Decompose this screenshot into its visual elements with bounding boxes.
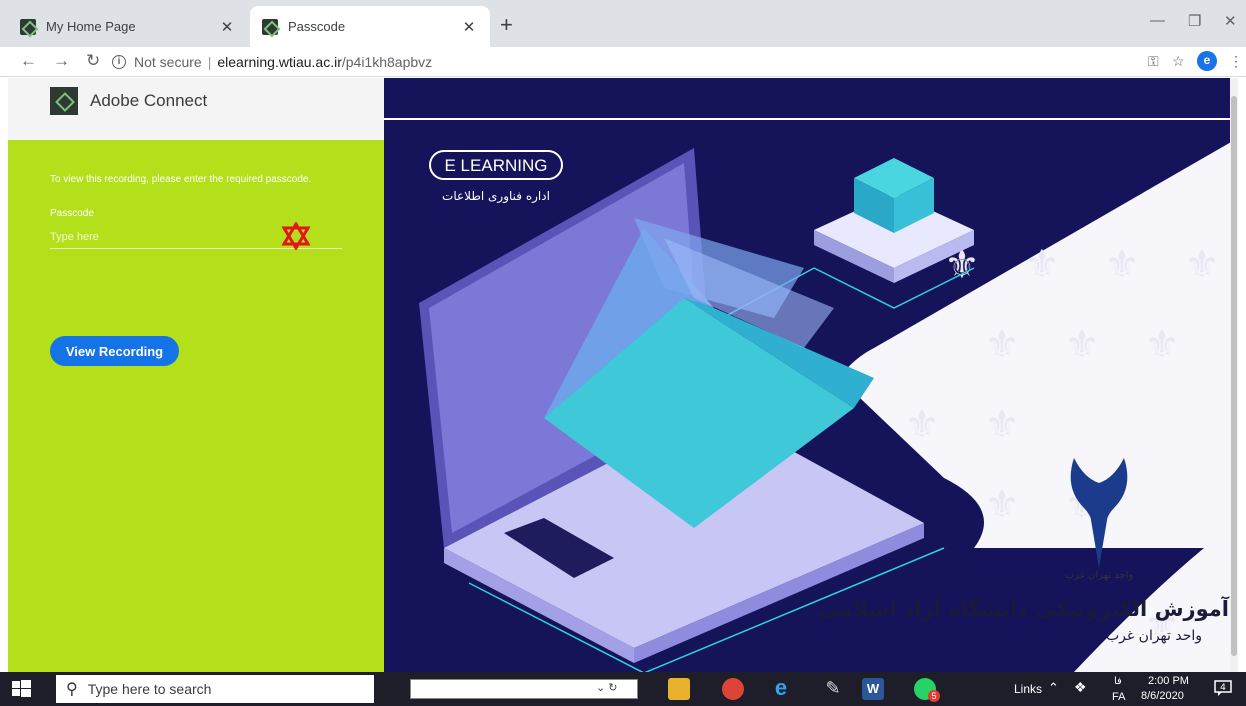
svg-text:⚜: ⚜	[984, 482, 1020, 528]
info-icon[interactable]: i	[112, 54, 126, 69]
svg-text:⚜: ⚜	[1184, 242, 1220, 288]
adobe-connect-logo-icon	[50, 87, 78, 115]
address-toolbar-controls-icon[interactable]: ⌄ ↻	[596, 681, 618, 694]
paint-icon[interactable]: ✎	[822, 678, 844, 700]
whatsapp-badge: 5	[928, 690, 940, 702]
view-recording-button[interactable]: View Recording	[50, 336, 179, 366]
dropbox-icon[interactable]: ❖	[1074, 679, 1087, 696]
security-status: Not secure	[134, 53, 202, 70]
bookmark-star-icon[interactable]: ☆	[1172, 53, 1185, 70]
url-path: /p4i1kh8apbvz	[341, 53, 433, 70]
svg-text:⚜: ⚜	[1104, 242, 1140, 288]
tab-title: Passcode	[288, 19, 346, 34]
clock-time[interactable]: 2:00 PM	[1148, 675, 1189, 687]
url-host: elearning.wtiau.ac.ir	[217, 53, 342, 70]
search-icon: ⚲	[66, 681, 78, 698]
svg-text:⚜: ⚜	[1144, 322, 1180, 368]
notification-count: 4	[1220, 683, 1226, 693]
banner-title: آموزش الکترونیکی دانشگاه آزاد اسلامی	[818, 596, 1229, 621]
app-brand: Adobe Connect	[90, 91, 208, 110]
close-window-icon[interactable]: ✕	[1224, 12, 1237, 30]
notification-center-icon[interactable]: 4	[1214, 679, 1232, 697]
taskbar-search-placeholder: Type here to search	[87, 681, 212, 697]
minimize-icon[interactable]: —	[1150, 12, 1165, 29]
close-tab-icon[interactable]: ✕	[218, 18, 236, 36]
elearning-badge-text: E LEARNING	[445, 156, 548, 175]
tab-passcode[interactable]: Passcode ✕	[250, 6, 490, 47]
clock-date[interactable]: 8/6/2020	[1141, 690, 1184, 702]
address-bar[interactable]: i Not secure | elearning.wtiau.ac.ir /p4…	[112, 50, 1112, 73]
banner-subtitle: واحد تهران غرب	[1106, 628, 1202, 644]
star-of-david-cursor-icon	[281, 222, 311, 250]
new-tab-icon[interactable]: +	[500, 12, 513, 38]
word-icon[interactable]: W	[862, 678, 884, 700]
close-tab-icon[interactable]: ✕	[460, 18, 478, 36]
emblem-caption: واحد تهران غرب	[1065, 570, 1134, 581]
app-header: Adobe Connect	[8, 78, 384, 140]
input-language-script[interactable]: فا	[1114, 676, 1122, 687]
restore-icon[interactable]: ❐	[1188, 12, 1201, 30]
svg-text:⚜: ⚜	[904, 402, 940, 448]
passcode-panel: To view this recording, please enter the…	[8, 140, 384, 672]
address-separator: |	[207, 53, 212, 70]
web-page: Adobe Connect To view this recording, pl…	[8, 78, 1238, 672]
browser-tab-strip: My Home Page ✕ Passcode ✕ + — ❐ ✕	[0, 0, 1246, 47]
svg-text:⚜: ⚜	[1024, 242, 1060, 288]
reload-icon[interactable]: ↻	[86, 51, 100, 71]
adobe-connect-favicon-icon	[20, 18, 36, 35]
windows-taskbar: ⚲ Type here to search ⌄ ↻ e ✎ W 5 Links …	[0, 672, 1246, 706]
screen: My Home Page ✕ Passcode ✕ + — ❐ ✕ ← → ↻ …	[0, 0, 1246, 706]
chrome-icon[interactable]	[722, 678, 744, 700]
elearning-banner: ⚜ ⚜ ⚜ ⚜ ⚜ ⚜ ⚜ ⚜ ⚜ ⚜ ⚜ ⚜ E LEARNING اداره…	[384, 78, 1238, 672]
internet-explorer-icon[interactable]: e	[770, 677, 792, 700]
file-explorer-icon[interactable]	[668, 678, 690, 700]
scrollbar-thumb[interactable]	[1231, 96, 1237, 656]
tab-title: My Home Page	[46, 19, 136, 34]
links-toolbar[interactable]: Links	[1014, 682, 1042, 696]
svg-text:⚜: ⚜	[984, 402, 1020, 448]
passcode-prompt: To view this recording, please enter the…	[50, 174, 312, 185]
svg-text:⚜: ⚜	[1064, 322, 1100, 368]
taskbar-search-box[interactable]: ⚲ Type here to search	[56, 675, 374, 703]
forward-arrow-icon[interactable]: →	[53, 51, 70, 71]
profile-avatar[interactable]: e	[1197, 51, 1217, 71]
passcode-label: Passcode	[50, 208, 94, 219]
show-hidden-icons-icon[interactable]: ⌃	[1048, 680, 1059, 696]
key-icon[interactable]: ⚿	[1148, 53, 1159, 70]
browser-toolbar: ← → ↻ i Not secure | elearning.wtiau.ac.…	[0, 47, 1246, 77]
back-arrow-icon[interactable]: ←	[20, 51, 37, 71]
windows-start-icon[interactable]	[0, 672, 48, 706]
svg-text:⚜: ⚜	[984, 322, 1020, 368]
menu-dots-icon[interactable]: ⋮	[1229, 53, 1243, 70]
elearning-badge-subtitle: اداره فناوری اطلاعات	[442, 189, 550, 204]
tab-my-home-page[interactable]: My Home Page ✕	[8, 6, 248, 47]
adobe-connect-favicon-icon	[262, 18, 278, 35]
input-language[interactable]: FA	[1112, 691, 1125, 703]
